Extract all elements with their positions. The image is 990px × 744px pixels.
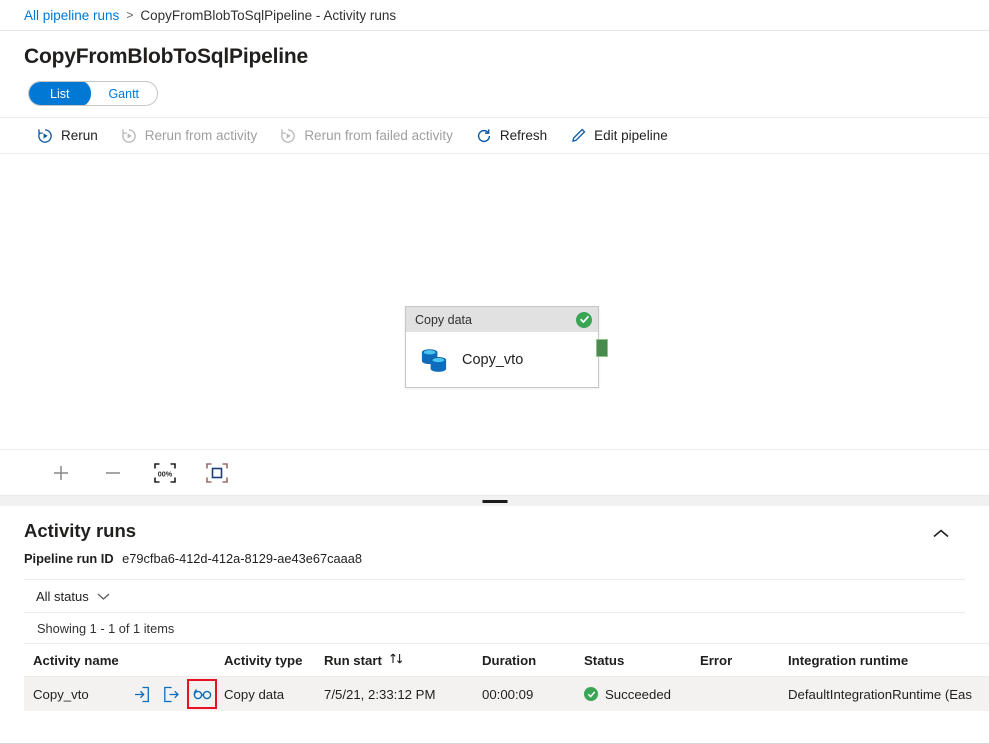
cell-duration: 00:00:09	[482, 687, 584, 702]
activity-runs-page: All pipeline runs > CopyFromBlobToSqlPip…	[0, 0, 990, 744]
column-header-duration[interactable]: Duration	[482, 653, 584, 668]
pipeline-run-id-label: Pipeline run ID	[24, 551, 114, 566]
chevron-down-icon	[97, 589, 110, 604]
page-title: CopyFromBlobToSqlPipeline	[0, 31, 989, 69]
column-header-run-start[interactable]: Run start	[324, 652, 482, 668]
filter-row: All status	[24, 579, 965, 612]
rerun-button[interactable]: Rerun	[36, 118, 98, 154]
cell-integration-runtime: DefaultIntegrationRuntime (Eas	[788, 687, 989, 702]
refresh-button[interactable]: Refresh	[475, 118, 547, 154]
showing-count: Showing 1 - 1 of 1 items	[24, 612, 965, 643]
zoom-in-button[interactable]	[44, 456, 78, 490]
details-glasses-icon[interactable]	[191, 683, 213, 705]
rerun-from-activity-label: Rerun from activity	[145, 128, 258, 143]
breadcrumb: All pipeline runs > CopyFromBlobToSqlPip…	[0, 0, 989, 31]
status-badge: Succeeded	[605, 687, 671, 702]
pipeline-run-id-row: Pipeline run ID e79cfba6-412d-412a-8129-…	[0, 542, 989, 566]
splitter-grip[interactable]	[482, 500, 507, 503]
column-header-integration-runtime[interactable]: Integration runtime	[788, 653, 989, 668]
refresh-label: Refresh	[500, 128, 547, 143]
canvas-zoom-controls: 00%	[0, 449, 989, 495]
sort-arrows-icon	[389, 652, 404, 668]
activity-runs-panel: Activity runs Pipeline run ID e79cfba6-4…	[0, 506, 989, 711]
activity-node-body: Copy_vto	[406, 332, 598, 387]
cell-activity-name: Copy_vto	[24, 683, 224, 705]
activity-node-header: Copy data	[406, 307, 598, 332]
breadcrumb-all-pipeline-runs[interactable]: All pipeline runs	[24, 8, 119, 23]
cell-activity-type: Copy data	[224, 687, 324, 702]
zoom-out-button[interactable]	[96, 456, 130, 490]
pipeline-canvas[interactable]: Copy data Copy_vto	[0, 154, 989, 449]
table-header-row: Activity name Activity type Run start Du…	[24, 643, 989, 677]
pipeline-run-id-value: e79cfba6-412d-412a-8129-ae43e67caaa8	[122, 551, 362, 566]
tab-list[interactable]: List	[28, 81, 91, 106]
breadcrumb-separator: >	[126, 8, 133, 22]
copy-data-icon	[419, 346, 450, 374]
activity-runs-title: Activity runs	[24, 520, 136, 542]
activity-node-name: Copy_vto	[462, 352, 523, 368]
rerun-from-activity-icon	[120, 127, 138, 145]
pencil-icon	[569, 127, 587, 145]
activity-runs-table: Activity name Activity type Run start Du…	[24, 643, 989, 711]
success-check-icon	[576, 312, 592, 328]
column-header-activity-name[interactable]: Activity name	[24, 653, 224, 668]
rerun-icon	[36, 127, 54, 145]
input-icon[interactable]	[131, 684, 152, 705]
activity-runs-header: Activity runs	[0, 506, 989, 542]
refresh-icon	[475, 127, 493, 145]
tab-gantt[interactable]: Gantt	[90, 81, 157, 106]
cell-run-start: 7/5/21, 2:33:12 PM	[324, 687, 482, 702]
panel-splitter[interactable]	[0, 495, 989, 506]
rerun-label: Rerun	[61, 128, 98, 143]
view-toggle-wrap: List Gantt	[0, 69, 989, 106]
command-bar: Rerun Rerun from activity Rerun from fai…	[0, 117, 989, 154]
svg-text:00%: 00%	[158, 469, 173, 478]
table-row[interactable]: Copy_vto	[24, 677, 989, 711]
collapse-panel-button[interactable]	[927, 522, 955, 550]
edit-pipeline-label: Edit pipeline	[594, 128, 668, 143]
activity-node-output-port[interactable]	[596, 339, 608, 357]
breadcrumb-current: CopyFromBlobToSqlPipeline - Activity run…	[140, 8, 396, 23]
activity-name-value: Copy_vto	[33, 687, 131, 702]
status-filter-dropdown[interactable]: All status	[24, 586, 116, 607]
column-header-error[interactable]: Error	[700, 653, 788, 668]
zoom-to-100-button[interactable]: 00%	[148, 456, 182, 490]
output-icon[interactable]	[161, 684, 182, 705]
status-filter-label: All status	[36, 589, 89, 604]
view-toggle: List Gantt	[28, 81, 158, 106]
cell-status: Succeeded	[584, 687, 700, 702]
activity-node-copy-data[interactable]: Copy data Copy_vto	[405, 306, 599, 388]
rerun-from-failed-activity-button: Rerun from failed activity	[279, 118, 453, 154]
row-action-icons	[131, 683, 213, 705]
column-header-run-start-label: Run start	[324, 653, 382, 668]
chevron-up-icon	[932, 527, 950, 545]
rerun-from-activity-button: Rerun from activity	[120, 118, 258, 154]
rerun-from-failed-activity-label: Rerun from failed activity	[304, 128, 453, 143]
fit-to-screen-button[interactable]	[200, 456, 234, 490]
rerun-from-failed-activity-icon	[279, 127, 297, 145]
status-success-icon	[584, 687, 598, 701]
column-header-activity-type[interactable]: Activity type	[224, 653, 324, 668]
activity-node-type-label: Copy data	[415, 313, 576, 327]
edit-pipeline-button[interactable]: Edit pipeline	[569, 118, 668, 154]
column-header-status[interactable]: Status	[584, 653, 700, 668]
